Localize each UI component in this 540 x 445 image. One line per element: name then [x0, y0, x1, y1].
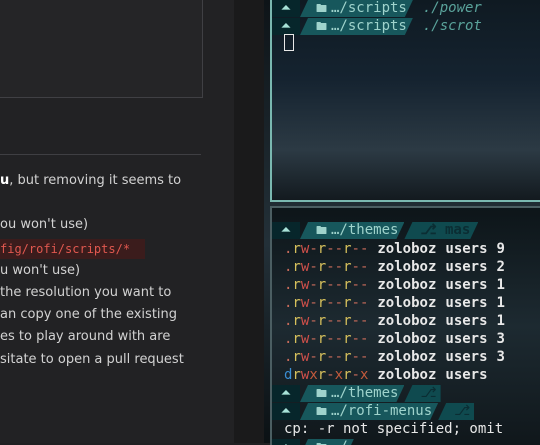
prompt-arrow-icon: ⏶ [272, 0, 300, 17]
terminal-window-bottom[interactable]: ⏶ 🖿 …/themes ⎇ mas .rw-r--r-- zoloboz users 9.… [270, 206, 540, 445]
ls-row: drwxr-xr-x zoloboz users [272, 366, 497, 384]
permissions: .rw-r--r-- [284, 277, 369, 293]
folder-icon: 🖿 [316, 405, 327, 418]
folder-icon: 🖿 [316, 224, 327, 237]
ls-row: .rw-r--r-- zoloboz users 1 [272, 312, 505, 330]
doc-text: , but removing it seems to [9, 173, 182, 188]
group: users [445, 349, 488, 365]
size: 3 [496, 331, 505, 347]
prompt-line: ⏶ 🖿 …/rofi-menus ⎇ [272, 403, 475, 420]
owner: zoloboz [377, 313, 437, 329]
owner: zoloboz [377, 259, 437, 275]
group: users [445, 277, 488, 293]
ls-row: .rw-r--r-- zoloboz users 1 [272, 294, 505, 312]
folder-icon: 🖿 [316, 387, 327, 400]
doc-line-6: es to play around with are [0, 329, 171, 344]
ls-row: .rw-r--r-- zoloboz users 3 [272, 330, 505, 348]
owner: zoloboz [377, 349, 437, 365]
owner: zoloboz [377, 241, 437, 257]
doc-line-1: u, but removing it seems to [0, 173, 181, 188]
size: 9 [496, 241, 505, 257]
owner: zoloboz [377, 367, 437, 383]
prompt-path: 🖿 …/scripts [300, 0, 413, 17]
command-text: ./scrot [422, 18, 482, 34]
group: users [445, 259, 488, 275]
permissions: .rw-r--r-- [284, 241, 369, 257]
prompt-line: ⏶🖿…/ [272, 439, 354, 445]
group: users [445, 295, 488, 311]
permissions: .rw-r--r-- [284, 331, 369, 347]
bold-text: u [0, 173, 10, 188]
permissions: .rw-r--r-- [284, 295, 369, 311]
size: 1 [496, 295, 505, 311]
group: users [445, 313, 488, 329]
folder-icon: 🖿 [316, 2, 327, 15]
prompt-line: ⏶ 🖿 …/scripts ./scrot [272, 18, 482, 35]
size: 2 [496, 259, 505, 275]
text-cursor [284, 34, 294, 51]
scrollbar[interactable] [234, 0, 264, 443]
git-branch-icon: ⎇ [404, 385, 441, 402]
folder-icon: 🖿 [316, 20, 327, 33]
prompt-arrow-icon: ⏶ [272, 403, 300, 420]
doc-line-3: u won't use) [0, 263, 81, 278]
folder-icon: 🖿 [316, 441, 327, 445]
prompt-arrow-icon: ⏶ [272, 385, 300, 402]
doc-line-5: an copy one of the existing [0, 307, 178, 322]
permissions: .rw-r--r-- [284, 259, 369, 275]
prompt-path: 🖿 …/themes [300, 222, 404, 239]
ls-row: .rw-r--r-- zoloboz users 3 [272, 348, 505, 366]
prompt-arrow-icon: ⏶ [272, 439, 300, 445]
prompt-line: ⏶ 🖿 …/themes ⎇ [272, 385, 441, 402]
doc-line-2: ou won't use) [0, 217, 89, 232]
document-pane: u, but removing it seems to ou won't use… [0, 0, 234, 443]
error-message: cp: -r not specified; omit [284, 421, 504, 437]
group: users [445, 241, 488, 257]
owner: zoloboz [377, 277, 437, 293]
prompt-path: 🖿 …/themes [300, 385, 404, 402]
ls-row: .rw-r--r-- zoloboz users 9 [272, 240, 505, 258]
permissions: .rw-r--r-- [284, 349, 369, 365]
prompt-line: ⏶ 🖿 …/scripts ./power [272, 0, 482, 17]
permissions: drwxr-xr-x [284, 367, 369, 383]
ls-row: .rw-r--r-- zoloboz users 2 [272, 258, 505, 276]
inline-code: fig/rofi/scripts/* [0, 239, 145, 259]
size [488, 367, 497, 383]
prompt-path: 🖿 …/scripts [300, 18, 413, 35]
divider [0, 154, 201, 155]
prompt-path: 🖿 …/rofi-menus [300, 403, 438, 420]
size: 3 [496, 349, 505, 365]
git-branch-icon: ⎇ [420, 222, 445, 238]
doc-line-4: the resolution you want to [0, 285, 172, 300]
prompt-path: 🖿…/ [300, 439, 354, 445]
terminal-window-top[interactable]: ⏶ 🖿 …/scripts ./power ⏶ 🖿 …/scripts ./scrot [270, 0, 540, 202]
size: 1 [496, 313, 505, 329]
code-block [0, 0, 203, 98]
doc-line-7: sitate to open a pull request [0, 352, 184, 367]
ls-row: .rw-r--r-- zoloboz users 1 [272, 276, 505, 294]
owner: zoloboz [377, 331, 437, 347]
prompt-arrow-icon: ⏶ [272, 18, 300, 35]
prompt-arrow-icon: ⏶ [272, 222, 300, 239]
group: users [445, 331, 488, 347]
git-branch-icon: ⎇ [438, 403, 475, 420]
permissions: .rw-r--r-- [284, 313, 369, 329]
command-text: ./power [422, 0, 482, 16]
git-branch-segment: ⎇ mas [404, 222, 478, 239]
owner: zoloboz [377, 295, 437, 311]
group: users [445, 367, 488, 383]
prompt-line: ⏶ 🖿 …/themes ⎇ mas [272, 222, 478, 239]
size: 1 [496, 277, 505, 293]
